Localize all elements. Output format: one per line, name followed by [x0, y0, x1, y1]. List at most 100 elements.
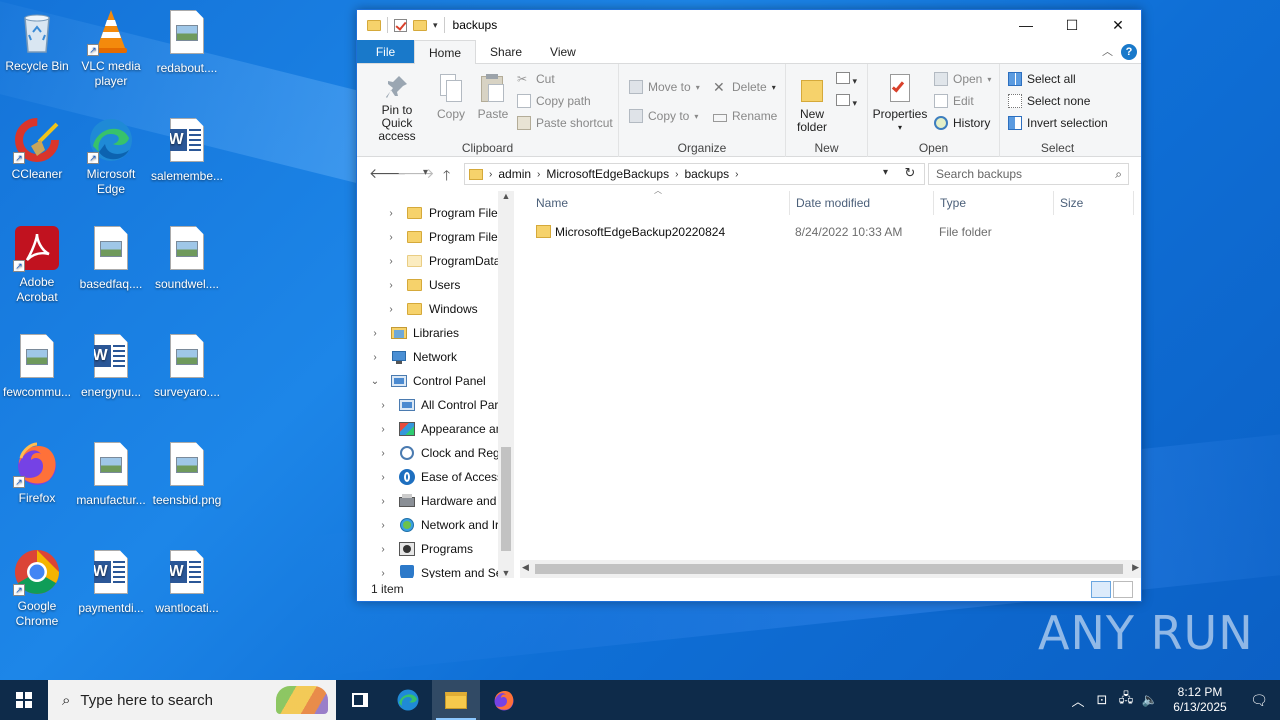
nav-item-network[interactable]: › Network [369, 345, 457, 369]
scroll-up-icon[interactable]: ▲ [498, 191, 514, 201]
desktop-icon-acrobat[interactable]: ↗ Adobe Acrobat [0, 224, 74, 305]
nav-item-programs[interactable]: › Programs [377, 537, 473, 561]
address-bar[interactable]: › admin › MicrosoftEdgeBackups › backups… [464, 163, 925, 185]
new-folder-button[interactable]: New folder [790, 74, 834, 134]
table-row[interactable]: MicrosoftEdgeBackup20220824 8/24/2022 10… [514, 221, 1141, 243]
move-to-button[interactable]: Move to ▾ [629, 80, 700, 94]
desktop-icon-edge[interactable]: ↗ Microsoft Edge [74, 116, 148, 197]
volume-icon[interactable]: 🔈 [1138, 692, 1162, 708]
paste-button[interactable]: Paste [475, 74, 511, 121]
chevron-right-icon[interactable]: › [377, 544, 389, 555]
easy-access-button[interactable]: ▾ [836, 94, 857, 109]
chevron-right-icon[interactable]: › [377, 448, 389, 459]
desktop-icon-wantlocati[interactable]: W wantlocati... [150, 548, 224, 616]
column-header-size[interactable]: Size [1054, 191, 1134, 215]
chevron-right-icon[interactable]: › [385, 280, 397, 291]
nav-item-all-control-panel[interactable]: › All Control Par [377, 393, 498, 417]
file-explorer-window[interactable]: ▾ backups — ☐ ✕ File Home Share View ︿ ?… [356, 9, 1142, 602]
nav-item-ease-of-access[interactable]: › Ease of Access [377, 465, 503, 489]
nav-item-program-files[interactable]: › Program Files [385, 201, 503, 225]
breadcrumb-microsoftedgebackups[interactable]: MicrosoftEdgeBackups [546, 167, 669, 181]
tab-share[interactable]: Share [476, 40, 536, 63]
select-all-button[interactable]: Select all [1008, 72, 1076, 86]
delete-button[interactable]: ✕ Delete ▾ [713, 80, 776, 94]
properties-button[interactable]: Properties ▾ [872, 74, 928, 134]
minimize-button[interactable]: — [1003, 10, 1049, 40]
desktop-icon-surveyaro[interactable]: surveyaro.... [150, 332, 224, 400]
show-hidden-icons-chevron-icon[interactable]: ︿ [1066, 691, 1090, 710]
scrollbar-thumb[interactable] [501, 447, 511, 551]
chevron-right-icon[interactable]: › [735, 169, 738, 180]
up-button[interactable]: 🡑 [443, 165, 450, 189]
nav-item-hardware-sound[interactable]: › Hardware and [377, 489, 496, 513]
edit-button[interactable]: Edit [934, 94, 974, 108]
chevron-right-icon[interactable]: › [385, 208, 397, 219]
open-button[interactable]: Open ▾ [934, 72, 991, 86]
desktop-icon-vlc[interactable]: ↗ VLC media player [74, 8, 148, 89]
nav-item-programdata[interactable]: › ProgramData [385, 249, 500, 273]
nav-vertical-scrollbar[interactable]: ▲ ▼ [498, 191, 514, 578]
clock[interactable]: 8:12 PM 6/13/2025 [1162, 685, 1238, 715]
desktop-icon-basedfaq[interactable]: basedfaq.... [74, 224, 148, 292]
collapse-ribbon-icon[interactable]: ︿ [1102, 43, 1113, 59]
tab-home[interactable]: Home [414, 40, 477, 65]
large-icons-view-button[interactable] [1113, 581, 1133, 598]
taskbar-file-explorer-button[interactable] [432, 680, 480, 720]
desktop-icon-soundwel[interactable]: soundwel.... [150, 224, 224, 292]
search-input[interactable]: Search backups ⌕ [928, 163, 1129, 185]
invert-selection-button[interactable]: Invert selection [1008, 116, 1108, 130]
paste-shortcut-button[interactable]: Paste shortcut [517, 116, 613, 130]
desktop-icon-recycle-bin[interactable]: Recycle Bin [0, 8, 74, 74]
nav-item-users[interactable]: › Users [385, 273, 460, 297]
chevron-right-icon[interactable]: › [537, 169, 540, 180]
content-horizontal-scrollbar[interactable]: ◀ ▶ [520, 560, 1141, 578]
desktop-icon-paymentdi[interactable]: W paymentdi... [74, 548, 148, 616]
maximize-button[interactable]: ☐ [1049, 10, 1095, 40]
pin-quick-access-button[interactable]: Pin to Quick access [361, 74, 433, 143]
chevron-down-icon[interactable]: ⌄ [369, 376, 381, 387]
close-button[interactable]: ✕ [1095, 10, 1141, 40]
tab-view[interactable]: View [536, 40, 590, 63]
start-button[interactable] [0, 680, 48, 720]
network-tray-icon[interactable]: 🖧 [1114, 689, 1138, 711]
nav-item-system-security[interactable]: › System and Se [377, 561, 502, 578]
select-none-button[interactable]: Select none [1008, 94, 1090, 108]
copy-to-button[interactable]: Copy to ▾ [629, 109, 698, 123]
scroll-right-icon[interactable]: ▶ [1132, 562, 1139, 573]
cut-button[interactable]: ✂ Cut [517, 72, 555, 86]
task-view-button[interactable] [336, 680, 384, 720]
desktop-icon-energynu[interactable]: W energynu... [74, 332, 148, 400]
copy-path-button[interactable]: Copy path [517, 94, 591, 108]
notification-center-icon[interactable]: 🗨 [1238, 692, 1280, 709]
tab-file[interactable]: File [357, 40, 414, 63]
nav-item-control-panel[interactable]: ⌄ Control Panel [369, 369, 486, 393]
navigation-pane[interactable]: › Program Files › Program Files › Progra… [357, 191, 514, 578]
desktop-icon-chrome[interactable]: ↗ Google Chrome [0, 548, 74, 629]
file-list[interactable]: ︿ Name Date modified Type Size Microsoft… [514, 186, 1141, 578]
address-history-chevron-icon[interactable]: ▾ [883, 167, 888, 178]
nav-item-appearance[interactable]: › Appearance an [377, 417, 502, 441]
chevron-right-icon[interactable]: › [377, 520, 389, 531]
chevron-right-icon[interactable]: › [369, 328, 381, 339]
chevron-right-icon[interactable]: › [369, 352, 381, 363]
customize-toolbar-chevron-icon[interactable]: ▾ [433, 20, 438, 31]
desktop-icon-redabout[interactable]: redabout.... [150, 8, 224, 76]
history-button[interactable]: History [934, 116, 990, 130]
scrollbar-thumb[interactable] [535, 564, 1123, 574]
chevron-right-icon[interactable]: › [377, 496, 389, 507]
nav-item-clock-region[interactable]: › Clock and Regi [377, 441, 502, 465]
copy-button[interactable]: Copy [435, 74, 467, 121]
forward-button[interactable]: 🡒 [397, 165, 435, 182]
column-header-type[interactable]: Type [934, 191, 1054, 215]
column-header-date-modified[interactable]: Date modified [790, 191, 934, 215]
chevron-right-icon[interactable]: › [675, 169, 678, 180]
device-icon[interactable]: ⊡ [1090, 692, 1114, 708]
taskbar-edge-button[interactable] [384, 680, 432, 720]
desktop-icon-fewcommu[interactable]: fewcommu... [0, 332, 74, 400]
chevron-right-icon[interactable]: › [385, 256, 397, 267]
desktop-icon-ccleaner[interactable]: ↗ CCleaner [0, 116, 74, 182]
taskbar-search-box[interactable]: ⌕ Type here to search [48, 680, 336, 720]
nav-item-windows[interactable]: › Windows [385, 297, 477, 321]
nav-item-network-internet[interactable]: › Network and Ir [377, 513, 499, 537]
chevron-right-icon[interactable]: › [489, 169, 492, 180]
